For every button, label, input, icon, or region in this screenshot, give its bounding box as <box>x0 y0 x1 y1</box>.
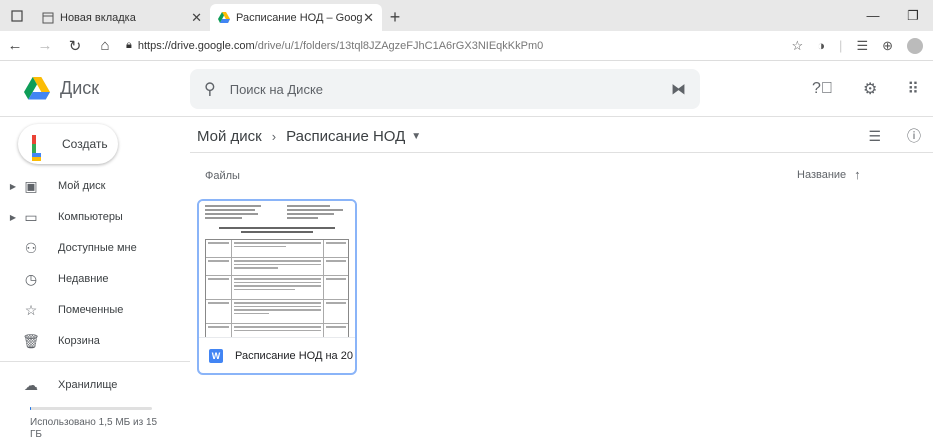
list-view-icon[interactable]: ☰ <box>868 128 881 145</box>
chevron-down-icon[interactable]: ▼ <box>411 131 421 142</box>
address-bar[interactable]: 🔒︎ https://drive.google.com/drive/u/1/fo… <box>126 39 792 52</box>
sidebar-item-label: Помеченные <box>58 304 124 316</box>
apps-grid-icon[interactable]: ⠿ <box>907 79 919 99</box>
forward-icon[interactable]: → <box>30 37 60 54</box>
create-label: Создать <box>62 137 108 151</box>
sidebar-item-starred[interactable]: ☆ Помеченные <box>0 296 190 324</box>
address-toolbar: ← → ↻ ⌂ 🔒︎ https://drive.google.com/driv… <box>0 31 933 61</box>
read-aloud-icon[interactable]: ☆ <box>792 38 804 54</box>
sidebar-item-recent[interactable]: ◷ Недавние <box>0 265 190 293</box>
file-name[interactable]: Расписание НОД на 202... <box>235 350 353 362</box>
search-options-icon[interactable]: ⧓ <box>671 80 686 98</box>
info-icon[interactable]: ⓘ <box>907 126 921 146</box>
browser-tab-new[interactable]: Новая вкладка ✕ <box>34 4 210 31</box>
sidebar-item-trash[interactable]: 🗑︎ Корзина <box>0 327 190 355</box>
app-name: Диск <box>60 78 100 98</box>
extensions-icon[interactable]: ◑ <box>817 38 825 53</box>
chevron-right-icon: › <box>271 128 277 144</box>
close-tab-icon[interactable]: ✕ <box>363 10 374 26</box>
window-controls: — ❐ <box>853 0 933 31</box>
storage-progress-bar <box>30 407 152 410</box>
sidebar-item-storage[interactable]: ☁ Хранилище <box>0 371 190 399</box>
arrow-up-icon[interactable]: ↑ <box>854 167 861 182</box>
sort-control[interactable]: Название ↑ <box>797 167 861 182</box>
browser-tabstrip: Новая вкладка ✕ Расписание НОД – Google … <box>0 0 933 31</box>
back-icon[interactable]: ← <box>0 37 30 54</box>
browser-tab-drive[interactable]: Расписание НОД – Google Диск ✕ <box>210 4 382 31</box>
shared-icon: ⚇ <box>24 239 38 256</box>
search-box[interactable]: ⚲ Поиск на Диске ⧓ <box>190 69 700 109</box>
search-input[interactable]: Поиск на Диске <box>230 82 671 97</box>
word-doc-icon: W <box>209 348 223 363</box>
sidebar-item-my-drive[interactable]: ▶ ▣ Мой диск <box>0 172 190 200</box>
drive-favicon-icon <box>218 12 230 23</box>
trash-icon: 🗑︎ <box>22 332 40 349</box>
settings-gear-icon[interactable]: ⚙ <box>863 79 877 99</box>
file-thumbnail <box>199 201 355 337</box>
new-tab-button[interactable]: + <box>382 4 408 31</box>
computer-icon: ▭ <box>24 208 38 225</box>
tab-actions-icon[interactable] <box>0 0 34 31</box>
storage-progress-fill <box>30 407 32 410</box>
file-card[interactable]: W Расписание НОД на 202... <box>197 199 357 375</box>
plus-icon <box>32 135 50 161</box>
minimize-icon[interactable]: — <box>853 8 893 23</box>
expand-arrow-icon[interactable]: ▶ <box>0 213 20 222</box>
browser-tab-title: Новая вкладка <box>60 11 136 24</box>
drive-header: Диск ⚲ Поиск на Диске ⧓ ?⃝ ⚙ ⠿ <box>0 61 933 117</box>
expand-arrow-icon[interactable]: ▶ <box>0 182 20 191</box>
url-host: https://drive.google.com <box>137 39 255 52</box>
create-button[interactable]: Создать <box>18 124 118 164</box>
sidebar: Создать ▶ ▣ Мой диск ▶ ▭ Компьютеры ⚇ До… <box>0 117 190 440</box>
url-path: /drive/u/1/folders/13tql8JZAgzeFJhC1A6rG… <box>254 39 544 52</box>
sidebar-item-computers[interactable]: ▶ ▭ Компьютеры <box>0 203 190 231</box>
home-icon[interactable]: ⌂ <box>90 37 120 54</box>
restore-icon[interactable]: ❐ <box>893 8 933 24</box>
main-divider <box>190 152 933 153</box>
sidebar-item-label: Компьютеры <box>58 211 123 223</box>
sidebar-item-label: Мой диск <box>58 180 106 192</box>
sort-label: Название <box>797 168 847 181</box>
search-icon[interactable]: ⚲ <box>204 79 216 99</box>
new-tab-page-icon <box>42 12 54 23</box>
cloud-icon: ☁ <box>24 376 38 393</box>
sidebar-item-shared[interactable]: ⚇ Доступные мне <box>0 234 190 262</box>
sidebar-item-label: Корзина <box>58 335 100 347</box>
help-icon[interactable]: ?⃝ <box>812 80 833 98</box>
file-footer: W Расписание НОД на 202... <box>199 337 355 373</box>
drive-icon: ▣ <box>24 177 38 194</box>
reload-icon[interactable]: ↻ <box>60 37 90 55</box>
section-title: Файлы <box>205 170 240 182</box>
drive-logo[interactable]: Диск <box>0 77 190 100</box>
sidebar-item-label: Недавние <box>58 273 109 285</box>
breadcrumb: Мой диск › Расписание НОД ▼ <box>197 122 421 150</box>
browser-tab-title: Расписание НОД – Google Диск <box>236 11 363 24</box>
breadcrumb-root[interactable]: Мой диск <box>197 128 262 145</box>
sidebar-item-label: Хранилище <box>58 379 118 391</box>
close-tab-icon[interactable]: ✕ <box>191 10 202 26</box>
sidebar-item-label: Доступные мне <box>58 242 137 254</box>
breadcrumb-current[interactable]: Расписание НОД <box>286 128 405 145</box>
lock-icon[interactable]: 🔒︎ <box>126 39 132 52</box>
storage-usage-text: Использовано 1,5 МБ из 15 ГБ <box>30 417 158 440</box>
toolbar-divider: | <box>839 38 843 53</box>
sidebar-divider <box>0 361 190 362</box>
profile-avatar[interactable] <box>907 37 923 54</box>
star-icon: ☆ <box>24 301 38 318</box>
clock-icon: ◷ <box>24 270 38 287</box>
drive-logo-icon <box>24 77 50 100</box>
collections-icon[interactable]: ⊕ <box>882 38 893 54</box>
favorites-icon[interactable]: ☰ <box>856 38 868 54</box>
